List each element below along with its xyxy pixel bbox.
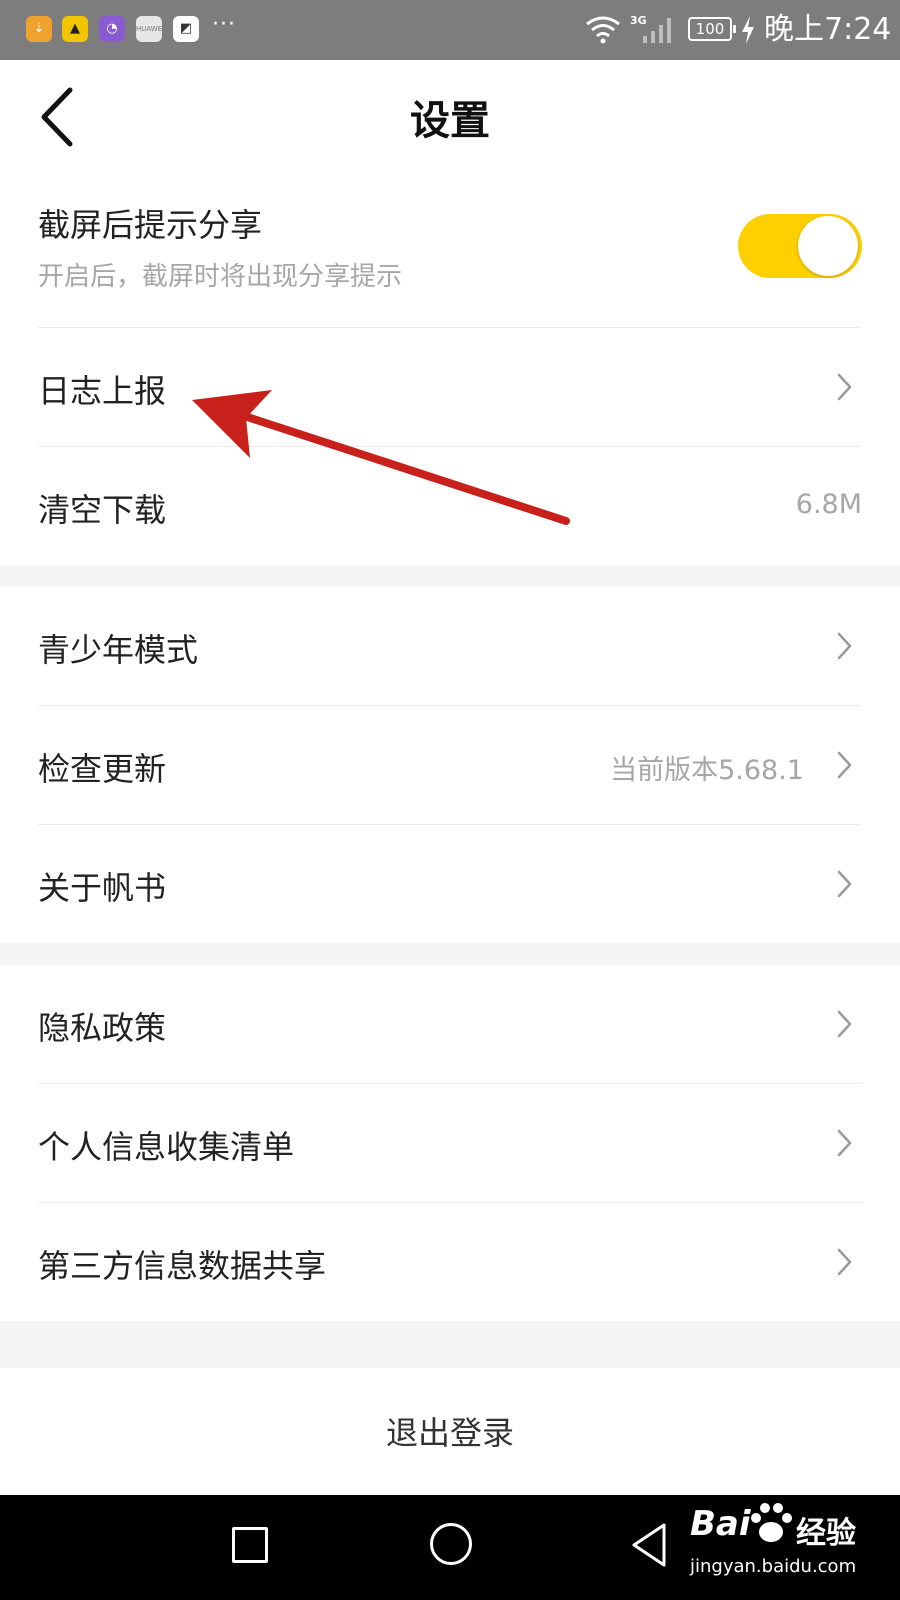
app-notification-icon: ▲	[62, 16, 88, 42]
huawei-icon: HUAWEI	[136, 16, 164, 42]
chevron-right-icon	[837, 1248, 852, 1276]
status-time: 晚上7:24	[764, 12, 892, 47]
logout-button[interactable]: 退出登录	[0, 1368, 900, 1495]
section-gap	[0, 943, 900, 965]
recent-apps-icon[interactable]	[232, 1527, 268, 1563]
third-party-sharing-label: 第三方信息数据共享	[38, 1247, 327, 1285]
teen-mode-row[interactable]: 青少年模式	[0, 587, 900, 705]
watermark-brand-right: 经验	[796, 1516, 856, 1551]
clear-download-row[interactable]: 清空下载 6.8M	[0, 447, 900, 565]
screenshot-share-label: 截屏后提示分享	[38, 206, 263, 244]
app-notification-icon: ⇣	[26, 16, 52, 42]
logout-label: 退出登录	[385, 1414, 514, 1452]
app-notification-icon: ◔	[99, 16, 125, 42]
chevron-right-icon	[837, 751, 852, 779]
personal-info-list-row[interactable]: 个人信息收集清单	[0, 1084, 900, 1202]
about-row[interactable]: 关于帆书	[0, 825, 900, 943]
signal-icon	[643, 18, 671, 43]
privacy-policy-row[interactable]: 隐私政策	[0, 965, 900, 1083]
about-label: 关于帆书	[38, 869, 167, 907]
check-update-row[interactable]: 检查更新 当前版本5.68.1	[0, 706, 900, 824]
status-bar: ⇣ ▲ ◔ HUAWEI ◩ ··· 3G 100 晚上7:24	[0, 0, 900, 60]
cache-size-value: 6.8M	[795, 489, 862, 520]
log-report-row[interactable]: 日志上报	[0, 328, 900, 446]
watermark-brand-left: Bai	[690, 1504, 751, 1544]
personal-info-list-label: 个人信息收集清单	[38, 1128, 295, 1166]
chevron-right-icon	[837, 1129, 852, 1157]
chevron-right-icon	[837, 373, 852, 401]
page-title: 设置	[410, 98, 490, 144]
third-party-sharing-row[interactable]: 第三方信息数据共享	[0, 1203, 900, 1321]
app-notification-icon: ◩	[173, 16, 199, 42]
paw-icon	[751, 1503, 792, 1542]
teen-mode-label: 青少年模式	[38, 631, 199, 669]
wifi-icon	[586, 16, 620, 44]
baidu-jingyan-watermark: Bai 经验 jingyan.baidu.com	[690, 1500, 890, 1590]
toggle-knob	[798, 216, 858, 276]
section-gap	[0, 1321, 900, 1368]
more-notifications-icon: ···	[212, 12, 236, 37]
log-report-label: 日志上报	[38, 372, 167, 410]
home-icon[interactable]	[430, 1523, 472, 1565]
privacy-policy-label: 隐私政策	[38, 1009, 167, 1047]
check-update-label: 检查更新	[38, 750, 167, 788]
charging-icon	[742, 16, 754, 44]
section-gap	[0, 565, 900, 587]
chevron-right-icon	[837, 632, 852, 660]
battery-icon: 100	[688, 17, 736, 41]
watermark-url: jingyan.baidu.com	[690, 1556, 857, 1577]
chevron-right-icon	[837, 870, 852, 898]
chevron-right-icon	[837, 1010, 852, 1038]
screenshot-share-toggle[interactable]	[738, 214, 862, 278]
clear-download-label: 清空下载	[38, 491, 167, 529]
current-version-value: 当前版本5.68.1	[610, 755, 804, 786]
nav-back-icon[interactable]	[628, 1521, 670, 1569]
header: 设置	[0, 60, 900, 170]
screenshot-share-description: 开启后，截屏时将出现分享提示	[38, 262, 403, 292]
